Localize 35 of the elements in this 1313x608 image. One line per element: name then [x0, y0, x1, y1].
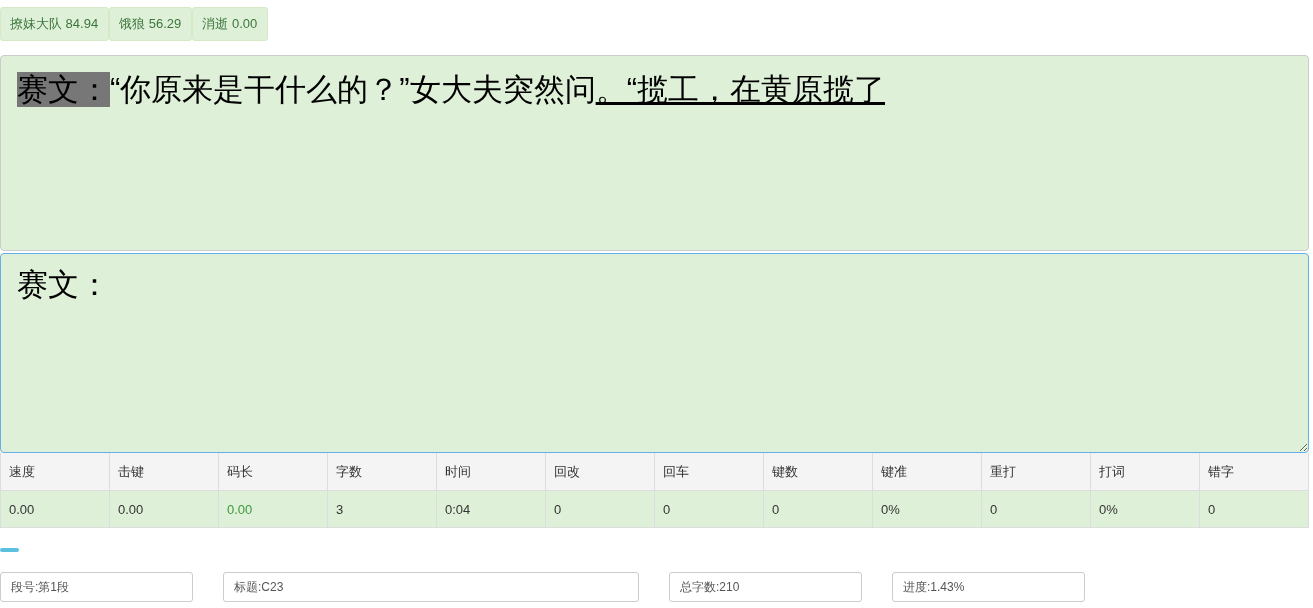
table-header-cell: 打词: [1091, 453, 1200, 491]
table-cell: 0%: [1091, 491, 1200, 528]
table-header-cell: 击键: [110, 453, 219, 491]
table-header-cell: 时间: [437, 453, 546, 491]
table-header-cell: 键数: [764, 453, 873, 491]
table-cell: 3: [328, 491, 437, 528]
passage-text: 。“揽工，在黄原揽了: [595, 72, 885, 107]
table-header-cell: 回改: [546, 453, 655, 491]
typing-input[interactable]: 赛文：: [0, 253, 1309, 453]
table-cell: 0.00: [219, 491, 328, 528]
table-cell: 0.00: [1, 491, 110, 528]
passage-text: “你原来是干什么的？”女大夫突然问: [110, 72, 596, 107]
info-field[interactable]: 总字数:210: [669, 572, 862, 602]
table-header-cell: 速度: [1, 453, 110, 491]
table-cell: 0%: [873, 491, 982, 528]
table-header-cell: 重打: [982, 453, 1091, 491]
table-cell: 0: [546, 491, 655, 528]
table-header-cell: 回车: [655, 453, 764, 491]
table-cell: 0: [655, 491, 764, 528]
table-cell: 0: [1200, 491, 1309, 528]
table-header-cell: 键准: [873, 453, 982, 491]
table-header-cell: 错字: [1200, 453, 1309, 491]
table-header-cell: 码长: [219, 453, 328, 491]
table-cell: 0:04: [437, 491, 546, 528]
table-header-cell: 字数: [328, 453, 437, 491]
info-field[interactable]: 段号:第1段: [0, 572, 193, 602]
score-badge: 消逝 0.00: [192, 7, 269, 41]
info-field[interactable]: 进度:1.43%: [892, 572, 1085, 602]
passage-text: 赛文：: [17, 72, 110, 107]
table-cell: 0.00: [110, 491, 219, 528]
score-badge: 饿狼 56.29: [109, 7, 193, 41]
table-cell: 0: [982, 491, 1091, 528]
info-field[interactable]: 标题:C23: [223, 572, 639, 602]
score-badge: 撩妹大队 84.94: [0, 7, 110, 41]
table-cell: 0: [764, 491, 873, 528]
